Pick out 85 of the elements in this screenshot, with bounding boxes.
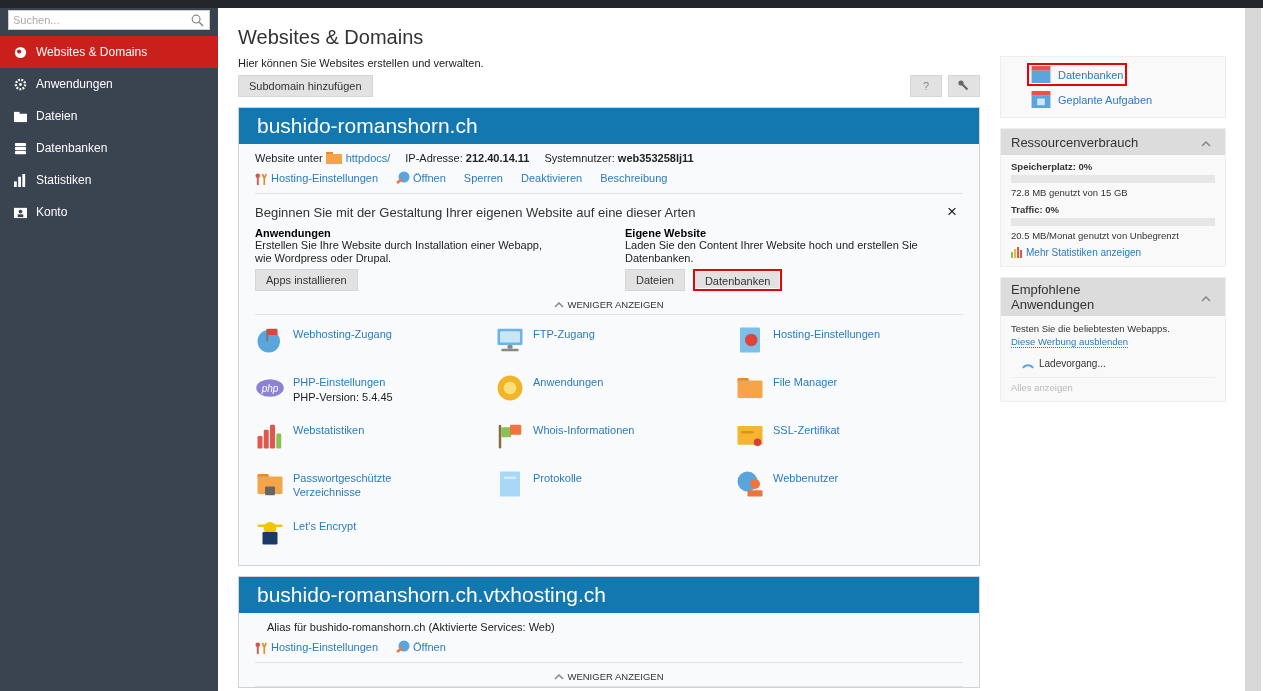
search-icon bbox=[191, 14, 204, 27]
sidebar-item[interactable]: Statistiken bbox=[0, 164, 218, 196]
search-field[interactable]: Suchen... bbox=[8, 10, 210, 30]
panel-title: Empfohlene Anwendungen bbox=[1011, 282, 1096, 312]
show-less-toggle[interactable]: WENIGER ANZEIGEN bbox=[554, 299, 664, 310]
meter-reading: 20.5 MB/Monat genutzt von Unbegrenzt bbox=[1011, 230, 1180, 241]
caret-icon bbox=[554, 301, 565, 308]
php-version-text: PHP-Version: 5.4.45 bbox=[293, 391, 394, 403]
tool-link[interactable]: Webhosting-Zugang bbox=[293, 327, 418, 341]
sidebar-item[interactable]: Datenbanken bbox=[0, 132, 218, 164]
option-description: Erstellen Sie Ihre Website durch Installation einer Webapp, wie Wordpress oder Drupal. bbox=[255, 239, 543, 265]
bar-chart-icon bbox=[14, 173, 27, 187]
sidebar-item[interactable]: Dateien bbox=[0, 100, 218, 132]
option-heading: Anwendungen bbox=[255, 227, 332, 239]
tool-link[interactable]: File Manager bbox=[773, 375, 898, 389]
promo-text: Testen Sie die beliebtesten Webapps. Diese Werbung ausblenden bbox=[1011, 322, 1171, 348]
domain-title: bushido-romanshorn.ch bbox=[239, 108, 979, 144]
gear-icon bbox=[495, 373, 525, 403]
domain-title: bushido-romanshorn.ch.vtxhosting.ch bbox=[239, 577, 979, 613]
httpdocs-link[interactable]: httpdocs/ bbox=[345, 152, 391, 164]
tools-icon bbox=[255, 640, 268, 654]
domain-link[interactable]: Hosting-Einstellungen bbox=[255, 640, 378, 654]
sidebar-item[interactable]: Websites & Domains bbox=[0, 36, 218, 68]
show-less-toggle[interactable]: WENIGER ANZEIGEN bbox=[554, 671, 664, 682]
user-globe-icon bbox=[735, 469, 765, 499]
tool-link[interactable]: PHP-Einstellungen bbox=[293, 375, 418, 389]
panel-header[interactable]: Empfohlene Anwendungen bbox=[1001, 278, 1225, 316]
caret-icon bbox=[554, 673, 565, 680]
tool-link[interactable]: Anwendungen bbox=[533, 375, 658, 389]
panel-header[interactable]: Ressourcenverbrauch bbox=[1001, 129, 1225, 155]
option-button[interactable]: Datenbanken bbox=[692, 269, 783, 291]
tool-link[interactable]: Webstatistiken bbox=[293, 423, 418, 437]
tool-link[interactable]: Webbenutzer bbox=[773, 471, 898, 485]
info-text: IP-Adresse: 212.40.14.11 bbox=[405, 152, 530, 164]
option-button[interactable]: Apps installieren bbox=[255, 269, 358, 291]
domain-link[interactable]: Beschreibung bbox=[600, 171, 668, 185]
scrollbar[interactable] bbox=[1245, 8, 1261, 691]
wrench-icon bbox=[958, 80, 970, 92]
folder-icon bbox=[325, 152, 342, 164]
start-panel-title: Beginnen Sie mit der Gestaltung Ihrer eigenen Website auf eine dieser Arten bbox=[255, 204, 696, 220]
meter-label: Traffic: 0% bbox=[1011, 204, 1061, 215]
gear-icon bbox=[14, 77, 27, 91]
loading-text: Ladevorgang... bbox=[1039, 358, 1106, 369]
tool-link[interactable]: Protokolle bbox=[533, 471, 658, 485]
page-title: Websites & Domains bbox=[238, 26, 425, 49]
add-subdomain-button[interactable]: Subdomain hinzufügen bbox=[238, 75, 373, 97]
page-description: Hier können Sie Websites erstellen und verwalten. bbox=[238, 57, 485, 69]
sidebar-item[interactable]: Anwendungen bbox=[0, 68, 218, 100]
hide-ad-link[interactable]: Diese Werbung ausblenden bbox=[1011, 336, 1129, 348]
domain-link[interactable]: Hosting-Einstellungen bbox=[255, 171, 378, 185]
option-heading: Eigene Website bbox=[625, 227, 708, 239]
sidebar-item[interactable]: Konto bbox=[0, 196, 218, 228]
caret-icon bbox=[1201, 296, 1211, 302]
shortcut-link[interactable]: Geplante Aufgaben bbox=[1029, 90, 1155, 109]
domain-link[interactable]: Öffnen bbox=[396, 171, 446, 185]
id-card-icon bbox=[14, 205, 27, 219]
option-description: Laden Sie den Content Ihrer Website hoch und erstellen Sie Datenbanken. bbox=[625, 239, 919, 265]
caret-icon bbox=[1201, 141, 1211, 147]
tool-link[interactable]: SSL-Zertifikat bbox=[773, 423, 898, 437]
database-icon bbox=[1031, 66, 1051, 83]
info-text: Alias für bushido-romanshorn.ch (Aktivierte Services: Web) bbox=[267, 621, 555, 633]
close-button[interactable]: × bbox=[941, 202, 963, 222]
calendar-icon bbox=[1031, 91, 1051, 108]
tool-link[interactable]: Hosting-Einstellungen bbox=[773, 327, 898, 341]
database-icon bbox=[14, 141, 27, 155]
statistics-link[interactable]: Mehr Statistiken anzeigen bbox=[1011, 247, 1215, 258]
domain-link[interactable]: Sperren bbox=[463, 171, 503, 185]
bar-chart-icon bbox=[1011, 247, 1023, 258]
tools-icon bbox=[255, 171, 268, 185]
meter-label: Speicherplatz: 0% bbox=[1011, 161, 1094, 172]
meter-reading: 72.8 MB genutzt von 15 GB bbox=[1011, 187, 1129, 198]
panel-title: Ressourcenverbrauch bbox=[1011, 134, 1140, 150]
folder-icon bbox=[14, 109, 27, 123]
tool-link[interactable]: Passwortgeschützte Verzeichnisse bbox=[293, 471, 418, 499]
option-button[interactable]: Dateien bbox=[625, 269, 685, 291]
help-button[interactable]: ? bbox=[910, 75, 942, 97]
domain-link[interactable]: Deaktivieren bbox=[521, 171, 583, 185]
tool-link[interactable]: FTP-Zugang bbox=[533, 327, 658, 341]
settings-button[interactable] bbox=[948, 75, 980, 97]
website-location-text: Website unter bbox=[255, 152, 323, 164]
tool-link[interactable]: Let's Encrypt bbox=[293, 519, 418, 533]
shortcut-link[interactable]: Datenbanken bbox=[1029, 65, 1126, 84]
tool-link[interactable]: Whois-Informationen bbox=[533, 423, 658, 437]
info-text: Systemnutzer: web353258lj11 bbox=[544, 152, 694, 164]
domain-link[interactable]: Öffnen bbox=[396, 640, 446, 654]
